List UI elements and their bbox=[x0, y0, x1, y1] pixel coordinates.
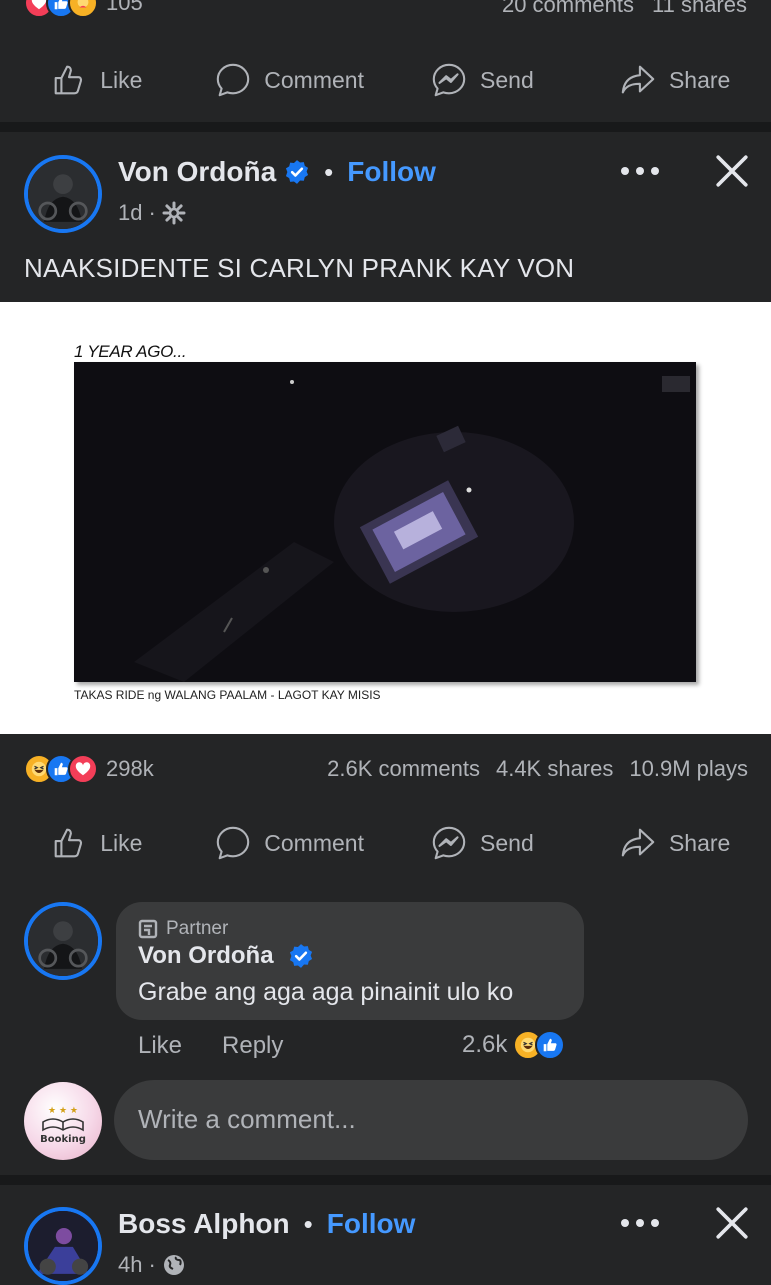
send-label: Send bbox=[480, 829, 534, 856]
more-options-icon[interactable] bbox=[620, 1218, 660, 1228]
partner-badge: Partner bbox=[138, 918, 228, 940]
share-icon bbox=[621, 65, 655, 94]
share-label: Share bbox=[668, 829, 731, 856]
partner-icon bbox=[138, 919, 158, 939]
post-plays-count: 10.9M plays bbox=[629, 756, 748, 781]
current-user-avatar[interactable]: ★ ★ ★ Booking bbox=[24, 1082, 102, 1160]
top-shares-count[interactable]: 11 shares bbox=[652, 0, 747, 18]
comment-text: Grabe ang aga aga pinainit ulo ko bbox=[138, 978, 514, 1006]
next-follow-button[interactable]: Follow bbox=[327, 1208, 416, 1240]
close-icon[interactable] bbox=[715, 1206, 749, 1240]
share-icon bbox=[621, 828, 655, 857]
post-comments-count[interactable]: 2.6K comments bbox=[327, 756, 480, 782]
video-frame[interactable] bbox=[74, 362, 696, 682]
comment-actions: Like Reply bbox=[138, 1032, 283, 1060]
gear-icon bbox=[162, 201, 186, 225]
post-reaction-count: 298k bbox=[106, 756, 154, 781]
send-button[interactable]: Send bbox=[386, 813, 579, 873]
like-button[interactable]: Like bbox=[0, 50, 193, 110]
video-thumbnail bbox=[74, 362, 696, 682]
post-header: Von Ordoña • Follow bbox=[118, 156, 436, 188]
next-author-avatar[interactable] bbox=[24, 1207, 102, 1285]
comment-input[interactable] bbox=[138, 1104, 698, 1135]
meta-dot: · bbox=[148, 1252, 156, 1277]
share-button[interactable]: Share bbox=[578, 813, 771, 873]
post-stats: 298k 2.6K comments 4.4K shares 10.9M pla… bbox=[24, 752, 748, 786]
top-action-bar: Like Comment Send Share bbox=[0, 50, 771, 110]
author-name[interactable]: Von Ordoña bbox=[118, 156, 276, 188]
post-caption: NAAKSIDENTE SI CARLYN PRANK KAY VON bbox=[24, 253, 575, 283]
send-button[interactable]: Send bbox=[386, 50, 579, 110]
like-label: Like bbox=[100, 829, 143, 856]
post-action-bar: Like Comment Send Share bbox=[0, 813, 771, 873]
globe-icon bbox=[163, 1255, 184, 1275]
like-icon bbox=[54, 65, 83, 95]
separator-dot: • bbox=[303, 1208, 313, 1239]
care-reaction-icon bbox=[68, 0, 98, 18]
share-label: Share bbox=[668, 66, 731, 93]
like-icon bbox=[54, 828, 83, 858]
comment-author[interactable]: Von Ordoña bbox=[138, 942, 314, 970]
partner-label: Partner bbox=[166, 918, 229, 939]
separator-dot: • bbox=[324, 156, 334, 187]
top-stats: 20 comments 11 shares bbox=[502, 0, 747, 18]
close-icon[interactable] bbox=[715, 154, 749, 188]
video-overlay-bottom: TAKAS RIDE ng WALANG PAALAM - LAGOT KAY … bbox=[74, 688, 381, 702]
svg-text:★ ★ ★: ★ ★ ★ bbox=[48, 1106, 78, 1116]
top-comments-count[interactable]: 20 comments bbox=[502, 0, 634, 18]
next-post-time[interactable]: 4h bbox=[118, 1252, 142, 1278]
booking-logo-text: Booking bbox=[40, 1134, 86, 1145]
top-reactions[interactable]: 105 bbox=[24, 0, 143, 18]
share-button[interactable]: Share bbox=[578, 50, 771, 110]
messenger-icon bbox=[432, 826, 466, 860]
commenter-avatar[interactable] bbox=[24, 902, 102, 980]
comment-label: Comment bbox=[264, 829, 364, 856]
post-meta: 1d · bbox=[118, 200, 186, 226]
post-time[interactable]: 1d bbox=[118, 200, 142, 226]
post-shares-count[interactable]: 4.4K shares bbox=[496, 756, 613, 782]
comment-bubble[interactable]: Partner Von Ordoña Grabe ang aga aga pin… bbox=[116, 902, 584, 1020]
post-reactions[interactable]: 298k bbox=[24, 754, 154, 784]
post-video[interactable]: 1 YEAR AGO... TAKAS RIDE ng WALANG PAALA… bbox=[0, 302, 771, 734]
comment-label: Comment bbox=[264, 66, 364, 93]
post-divider bbox=[0, 1175, 771, 1185]
comment-reply-button[interactable]: Reply bbox=[222, 1032, 283, 1060]
love-reaction-icon bbox=[68, 754, 98, 784]
next-post-meta: 4h · bbox=[118, 1252, 186, 1278]
follow-button[interactable]: Follow bbox=[347, 156, 436, 188]
more-options-icon[interactable] bbox=[620, 166, 660, 176]
booking-logo-icon: ★ ★ ★ Booking bbox=[40, 1106, 86, 1145]
meta-dot: · bbox=[148, 200, 156, 225]
write-comment-box[interactable] bbox=[114, 1080, 748, 1160]
send-label: Send bbox=[480, 66, 534, 93]
verified-badge-icon bbox=[286, 160, 309, 184]
video-overlay-top: 1 YEAR AGO... bbox=[74, 342, 187, 361]
comment-icon bbox=[217, 63, 250, 97]
next-author-name[interactable]: Boss Alphon bbox=[118, 1208, 290, 1240]
post-counts: 2.6K comments 4.4K shares 10.9M plays bbox=[327, 756, 748, 782]
verified-badge-icon bbox=[289, 944, 312, 968]
like-reaction-icon bbox=[535, 1030, 566, 1060]
top-reaction-count: 105 bbox=[106, 0, 143, 15]
like-label: Like bbox=[100, 66, 143, 93]
comment-button[interactable]: Comment bbox=[193, 813, 386, 873]
comment-reaction-count: 2.6k bbox=[462, 1031, 508, 1058]
post-divider bbox=[0, 122, 771, 132]
comment-reactions[interactable]: 2.6k bbox=[462, 1030, 566, 1060]
comment-author-name: Von Ordoña bbox=[138, 942, 274, 969]
author-avatar[interactable] bbox=[24, 155, 102, 233]
like-button[interactable]: Like bbox=[0, 813, 193, 873]
comment-icon bbox=[217, 826, 250, 860]
messenger-icon bbox=[432, 63, 466, 97]
comment-like-button[interactable]: Like bbox=[138, 1032, 182, 1060]
next-post-header: Boss Alphon • Follow bbox=[118, 1208, 415, 1240]
comment-button[interactable]: Comment bbox=[193, 50, 386, 110]
